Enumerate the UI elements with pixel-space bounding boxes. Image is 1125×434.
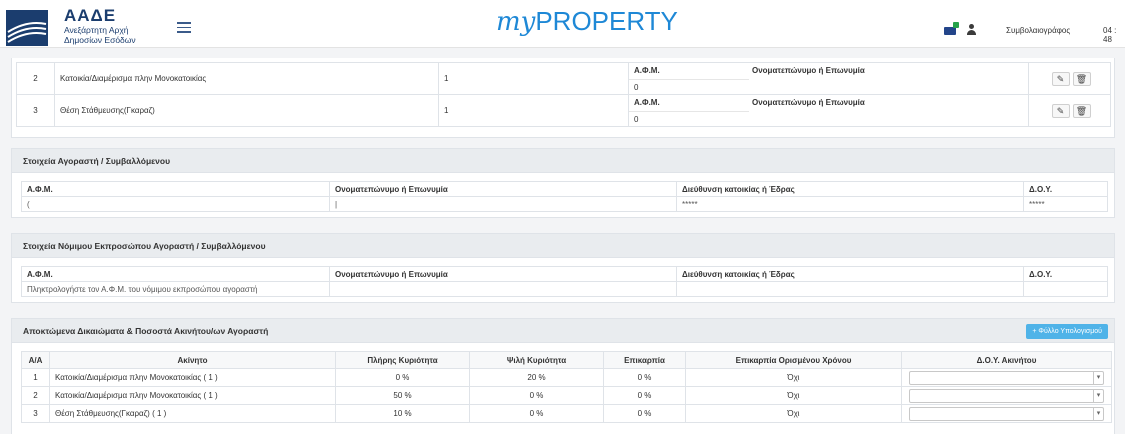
column-header: Πλήρης Κυριότητα (335, 351, 470, 369)
column-header: Ονοματεπώνυμο ή Επωνυμία (329, 266, 677, 282)
rights-panel-title: Αποκτώμενα Δικαιώματα & Ποσοστά Ακινήτου… (12, 319, 1114, 343)
column-header: Επικαρπία (603, 351, 686, 369)
property-doy-select[interactable]: ▾ (909, 370, 1104, 385)
owner-afm-value: 0 (629, 111, 749, 126)
property-quantity: 1 (438, 62, 629, 95)
calculation-sheet-button[interactable]: + Φύλλο Υπολογισμού (1026, 324, 1108, 339)
row-actions: ✎ 🗑 (1028, 94, 1112, 127)
property-doy-cell: ▾ (901, 368, 1112, 387)
buyer-afm-field[interactable]: ( (21, 196, 330, 212)
column-header: Α.Φ.Μ. (21, 266, 330, 282)
column-header: Α.Φ.Μ. (21, 181, 330, 197)
chevron-down-icon: ▾ (1093, 371, 1103, 384)
org-subtitle: Ανεξάρτητη Αρχή Δημοσίων Εσόδων (64, 25, 136, 45)
edit-icon[interactable]: ✎ (1051, 71, 1070, 86)
column-header: Διεύθυνση κατοικίας ή Έδρας (676, 266, 1024, 282)
user-role[interactable]: Συμβολαιογράφος (998, 14, 1084, 40)
legal-rep-name-field[interactable] (329, 281, 677, 297)
rights-panel: Αποκτώμενα Δικαιώματα & Ποσοστά Ακινήτου… (11, 318, 1115, 434)
table-header-row: Α/Α Ακίνητο Πλήρης Κυριότητα Ψιλή Κυριότ… (21, 351, 1112, 369)
delete-icon[interactable]: 🗑 (1072, 103, 1091, 118)
table-row: ( | ***** ***** (21, 196, 1108, 212)
row-number: 3 (21, 404, 50, 423)
property-doy-cell: ▾ (901, 386, 1112, 405)
rights-table: Α/Α Ακίνητο Πλήρης Κυριότητα Ψιλή Κυριότ… (21, 351, 1112, 423)
row-number: 2 (16, 62, 55, 95)
chevron-down-icon: ▾ (1093, 389, 1103, 402)
column-header: Δ.Ο.Υ. Ακινήτου (901, 351, 1112, 369)
user-icon[interactable] (966, 24, 976, 36)
property-quantity: 1 (438, 94, 629, 127)
row-number: 2 (21, 386, 50, 405)
column-header: Επικαρπία Ορισμένου Χρόνου (685, 351, 902, 369)
column-header: Ονοματεπώνυμο ή Επωνυμία (329, 181, 677, 197)
aade-logo-icon[interactable] (6, 10, 48, 46)
timed-usufruct-value: Όχι (685, 368, 902, 387)
table-row: 2 Κατοικία/Διαμέρισμα πλην Μονοκατοικίας… (21, 386, 1112, 405)
legal-rep-address-field[interactable] (676, 281, 1024, 297)
notification-badge (953, 22, 959, 28)
table-header-row: Α.Φ.Μ. Ονοματεπώνυμο ή Επωνυμία Διεύθυνσ… (21, 181, 1108, 197)
owner-cell: Α.Φ.Μ. Ονοματεπώνυμο ή Επωνυμία 0 (627, 94, 1030, 127)
legal-rep-doy-field[interactable] (1023, 281, 1108, 297)
legal-rep-panel: Στοιχεία Νόμιμου Εκπροσώπου Αγοραστή / Σ… (11, 233, 1115, 303)
column-header: Α/Α (21, 351, 50, 369)
edit-icon[interactable]: ✎ (1051, 103, 1070, 118)
messages-icon[interactable] (944, 27, 956, 35)
menu-icon[interactable] (177, 22, 191, 33)
property-description: Κατοικία/Διαμέρισμα πλην Μονοκατοικίας (54, 62, 439, 95)
table-row: 1 Κατοικία/Διαμέρισμα πλην Μονοκατοικίας… (21, 368, 1112, 387)
column-header: Διεύθυνση κατοικίας ή Έδρας (676, 181, 1024, 197)
session-clock: 04 : 48 (1103, 26, 1117, 44)
full-ownership-value: 0 % (335, 368, 470, 387)
app-header: ΑΑΔΕ Ανεξάρτητη Αρχή Δημοσίων Εσόδων myP… (0, 0, 1125, 48)
usufruct-value: 0 % (603, 404, 686, 423)
property-doy-select[interactable]: ▾ (909, 388, 1104, 403)
timed-usufruct-value: Όχι (685, 404, 902, 423)
owner-cell: Α.Φ.Μ. Ονοματεπώνυμο ή Επωνυμία 0 (627, 62, 1030, 95)
org-acronym: ΑΑΔΕ (64, 6, 117, 25)
column-header: Ψιλή Κυριότητα (469, 351, 604, 369)
property-description: Θέση Στάθμευσης(Γκαραζ) (54, 94, 439, 127)
buyer-doy-field[interactable]: ***** (1023, 196, 1108, 212)
properties-table: 2 Κατοικία/Διαμέρισμα πλην Μονοκατοικίας… (16, 62, 1112, 127)
usufruct-value: 0 % (603, 386, 686, 405)
bare-ownership-value: 0 % (469, 386, 604, 405)
column-header: Δ.Ο.Υ. (1023, 266, 1108, 282)
chevron-down-icon: ▾ (1093, 407, 1103, 420)
owner-afm-value: 0 (629, 79, 749, 94)
column-header: Ακίνητο (49, 351, 336, 369)
property-doy-select[interactable]: ▾ (909, 406, 1104, 421)
property-doy-cell: ▾ (901, 404, 1112, 423)
buyer-panel: Στοιχεία Αγοραστή / Συμβαλλόμενου Α.Φ.Μ.… (11, 148, 1115, 218)
legal-rep-afm-input[interactable]: Πληκτρολογήστε τον Α.Φ.Μ. του νόμιμου εκ… (21, 281, 330, 297)
buyer-name-field[interactable]: | (329, 196, 677, 212)
buyer-address-field[interactable]: ***** (676, 196, 1024, 212)
app-brand: myPROPERTY (496, 6, 678, 37)
delete-icon[interactable]: 🗑 (1072, 71, 1091, 86)
usufruct-value: 0 % (603, 368, 686, 387)
table-row: 2 Κατοικία/Διαμέρισμα πλην Μονοκατοικίας… (16, 62, 1112, 95)
bare-ownership-value: 0 % (469, 404, 604, 423)
properties-panel: 2 Κατοικία/Διαμέρισμα πλην Μονοκατοικίας… (11, 58, 1115, 138)
table-row: Πληκτρολογήστε τον Α.Φ.Μ. του νόμιμου εκ… (21, 281, 1108, 297)
timed-usufruct-value: Όχι (685, 386, 902, 405)
buyer-panel-title: Στοιχεία Αγοραστή / Συμβαλλόμενου (12, 149, 1114, 173)
property-name: Θέση Στάθμευσης(Γκαραζ) ( 1 ) (49, 404, 336, 423)
full-ownership-value: 50 % (335, 386, 470, 405)
property-name: Κατοικία/Διαμέρισμα πλην Μονοκατοικίας (… (49, 386, 336, 405)
legal-rep-panel-title: Στοιχεία Νόμιμου Εκπροσώπου Αγοραστή / Σ… (12, 234, 1114, 258)
row-number: 1 (21, 368, 50, 387)
bare-ownership-value: 20 % (469, 368, 604, 387)
legal-rep-table: Α.Φ.Μ. Ονοματεπώνυμο ή Επωνυμία Διεύθυνσ… (21, 266, 1108, 297)
buyer-table: Α.Φ.Μ. Ονοματεπώνυμο ή Επωνυμία Διεύθυνσ… (21, 181, 1108, 212)
table-row: 3 Θέση Στάθμευσης(Γκαραζ) 1 Α.Φ.Μ. Ονοματ… (16, 94, 1112, 127)
table-row: 3 Θέση Στάθμευσης(Γκαραζ) ( 1 ) 10 % 0 %… (21, 404, 1112, 423)
column-header: Δ.Ο.Υ. (1023, 181, 1108, 197)
property-name: Κατοικία/Διαμέρισμα πλην Μονοκατοικίας (… (49, 368, 336, 387)
table-header-row: Α.Φ.Μ. Ονοματεπώνυμο ή Επωνυμία Διεύθυνσ… (21, 266, 1108, 282)
row-actions: ✎ 🗑 (1028, 62, 1112, 95)
row-number: 3 (16, 94, 55, 127)
full-ownership-value: 10 % (335, 404, 470, 423)
